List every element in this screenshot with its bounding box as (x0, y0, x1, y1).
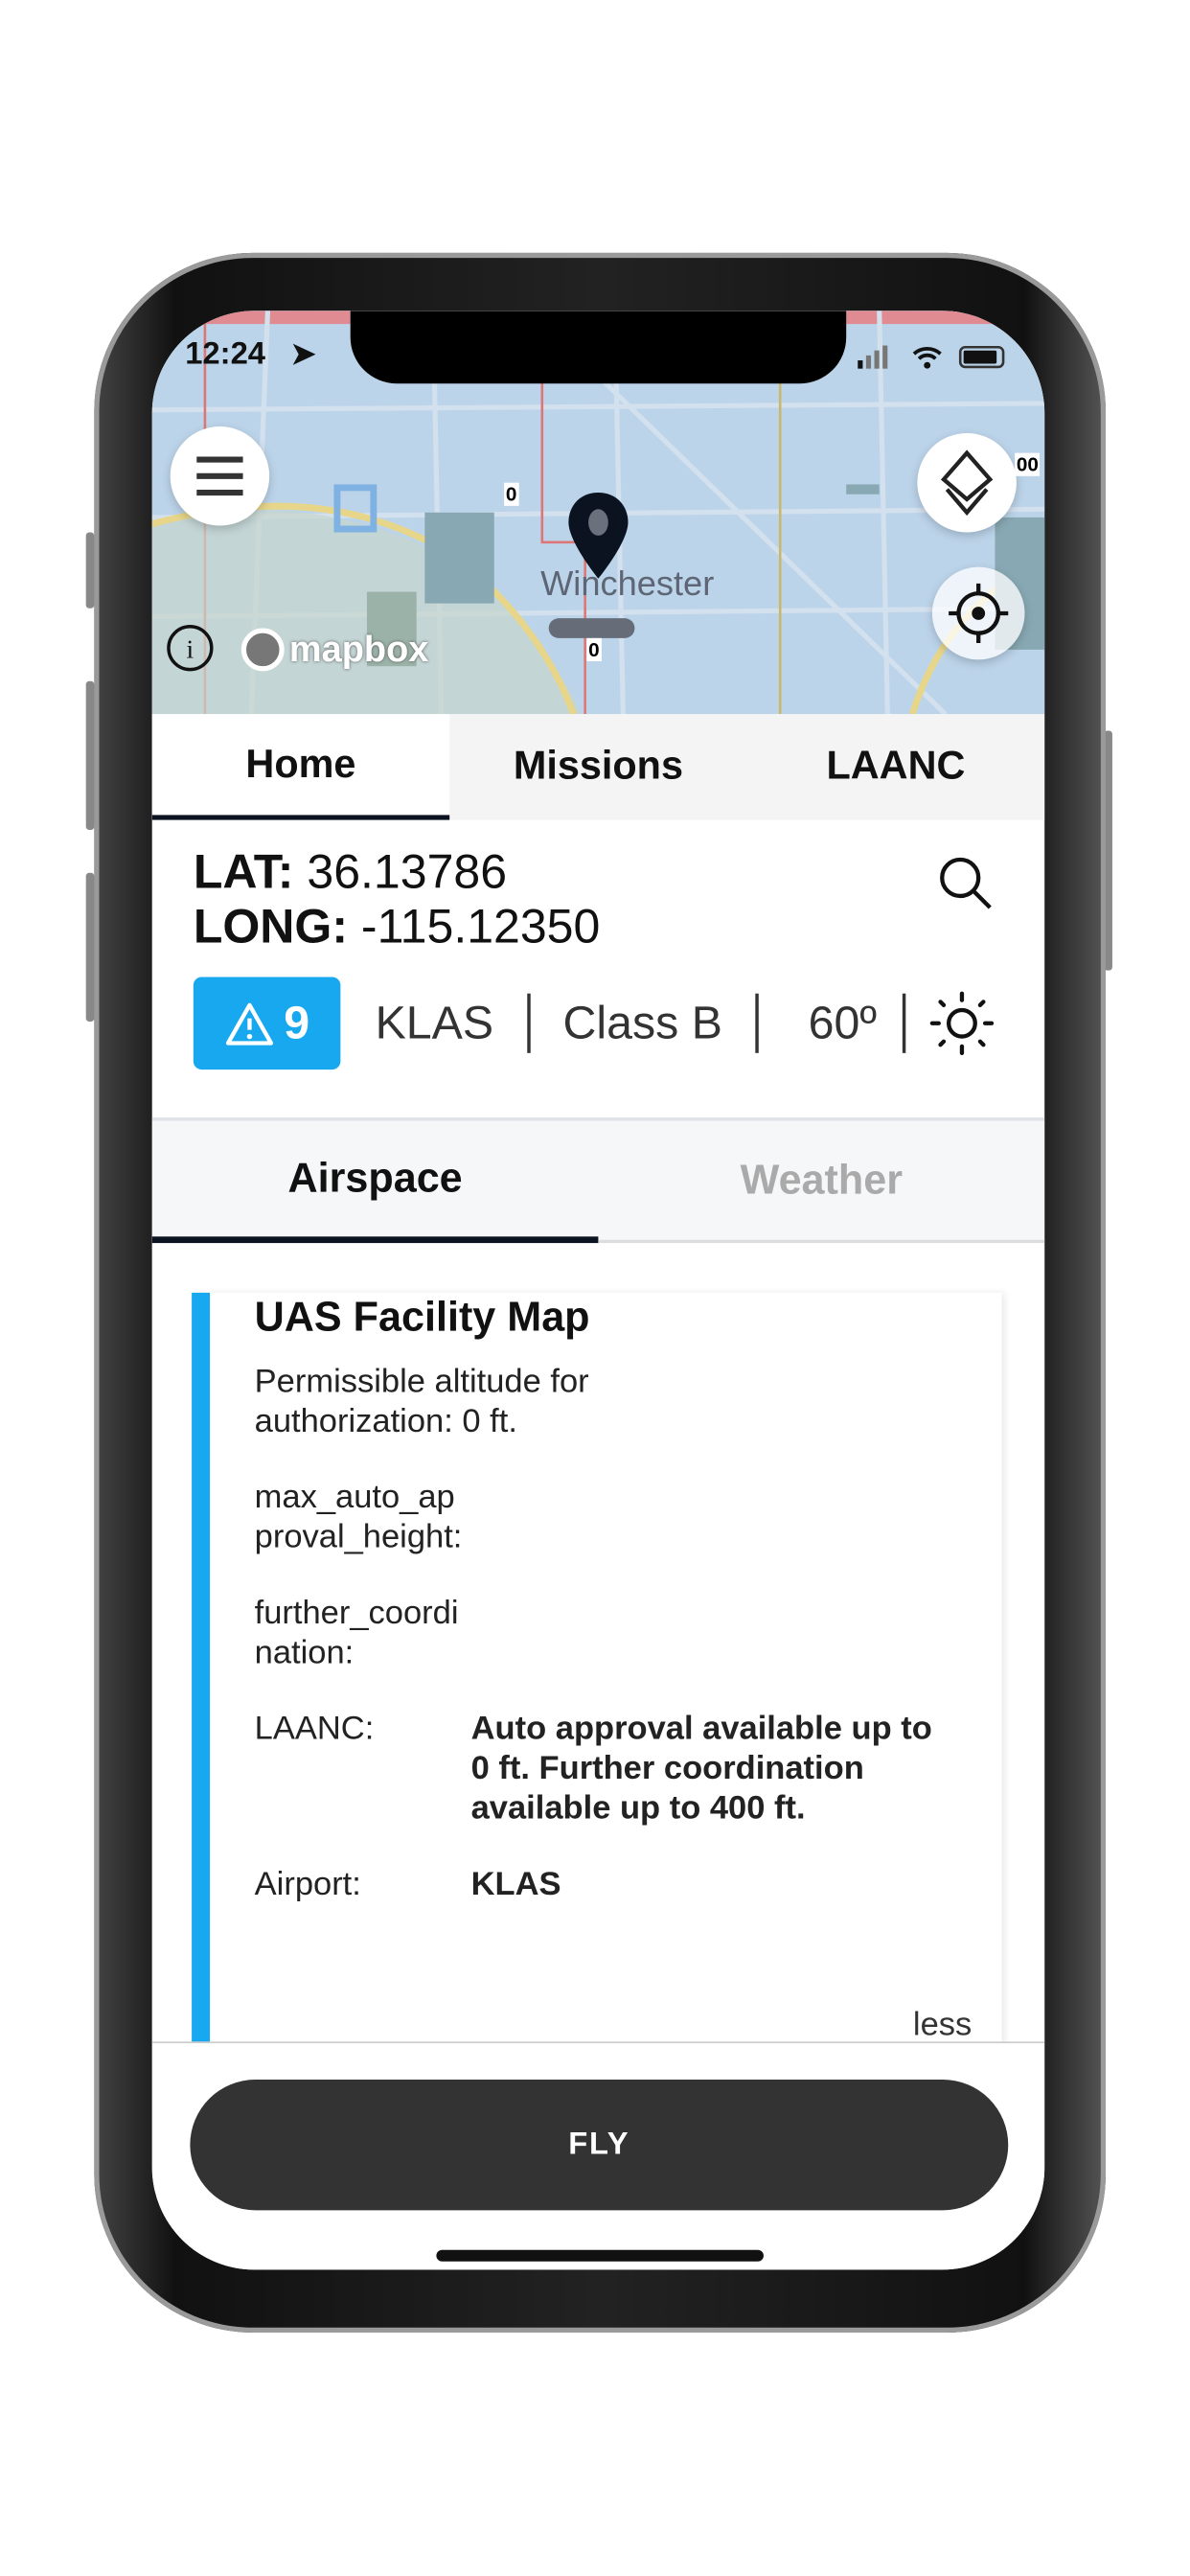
field-row: further_coordination: (254, 1595, 459, 1671)
long-value: -115.12350 (360, 901, 601, 954)
menu-button[interactable] (170, 426, 270, 526)
home-indicator[interactable] (436, 2249, 764, 2262)
altitude-label: 00 (1015, 452, 1041, 476)
card-description: Permissible altitude for authorization: … (254, 1364, 589, 1440)
place-label: Winchester (540, 564, 715, 604)
main-tabs: Home Missions LAANC (151, 714, 1045, 820)
lat-value: 36.13786 (307, 846, 508, 900)
locate-button[interactable] (931, 566, 1025, 660)
tab-airspace[interactable]: Airspace (151, 1120, 599, 1244)
lat-label: LAT: (193, 846, 294, 900)
advisory-count: 9 (284, 997, 310, 1048)
svg-text:i: i (187, 634, 195, 664)
tab-missions[interactable]: Missions (449, 714, 747, 819)
divider (903, 993, 907, 1053)
bottom-bar: FLY (151, 2041, 1045, 2270)
status-time: 12:24 (185, 336, 266, 373)
menu-icon (196, 456, 243, 496)
facility-map-card: UAS Facility Map Permissible altitude fo… (192, 1292, 1001, 2054)
info-icon[interactable]: i (166, 623, 216, 673)
fly-button[interactable]: FLY (190, 2080, 1009, 2211)
airspace-content[interactable]: UAS Facility Map Permissible altitude fo… (151, 1243, 1045, 2054)
map[interactable]: 12:24 ➤ Winchester 0 0 00 i mapbox (151, 310, 1045, 715)
tab-home[interactable]: Home (151, 714, 450, 820)
field-row: LAANC: Auto approval available up to 0 ft… (254, 1711, 932, 1828)
altitude-label: 0 (586, 637, 602, 661)
tab-laanc[interactable]: LAANC (747, 714, 1045, 819)
card-title: UAS Facility Map (254, 1294, 590, 1341)
divider (755, 993, 759, 1053)
warning-icon (225, 1002, 273, 1046)
detail-tabs: Airspace Weather (151, 1117, 1045, 1244)
temperature: 60º (808, 997, 878, 1048)
search-icon[interactable] (935, 853, 995, 912)
less-link[interactable]: less (913, 2007, 972, 2045)
advisories-button[interactable]: 9 (193, 977, 341, 1070)
locate-icon (949, 583, 1009, 644)
mapbox-logo: mapbox (240, 628, 428, 672)
field-row: max_auto_approval_height: (254, 1479, 463, 1556)
layers-icon (940, 449, 994, 517)
location-arrow-icon: ➤ (290, 336, 316, 371)
altitude-label: 0 (504, 482, 519, 506)
status-icons (858, 345, 1005, 369)
notch (350, 310, 847, 384)
tab-weather[interactable]: Weather (598, 1120, 1045, 1244)
long-label: LONG: (193, 901, 349, 954)
airspace-class: Class B (562, 997, 722, 1048)
location-info: LAT: 36.13786 LONG: -115.12350 9 KLAS Cl… (152, 820, 1045, 1117)
sun-icon (930, 991, 995, 1055)
divider (526, 993, 531, 1053)
airport-code: KLAS (375, 997, 494, 1048)
layers-button[interactable] (917, 432, 1017, 533)
screen: 12:24 ➤ Winchester 0 0 00 i mapbox Home … (151, 310, 1045, 2270)
field-row: Airport: KLAS (254, 1866, 561, 1903)
